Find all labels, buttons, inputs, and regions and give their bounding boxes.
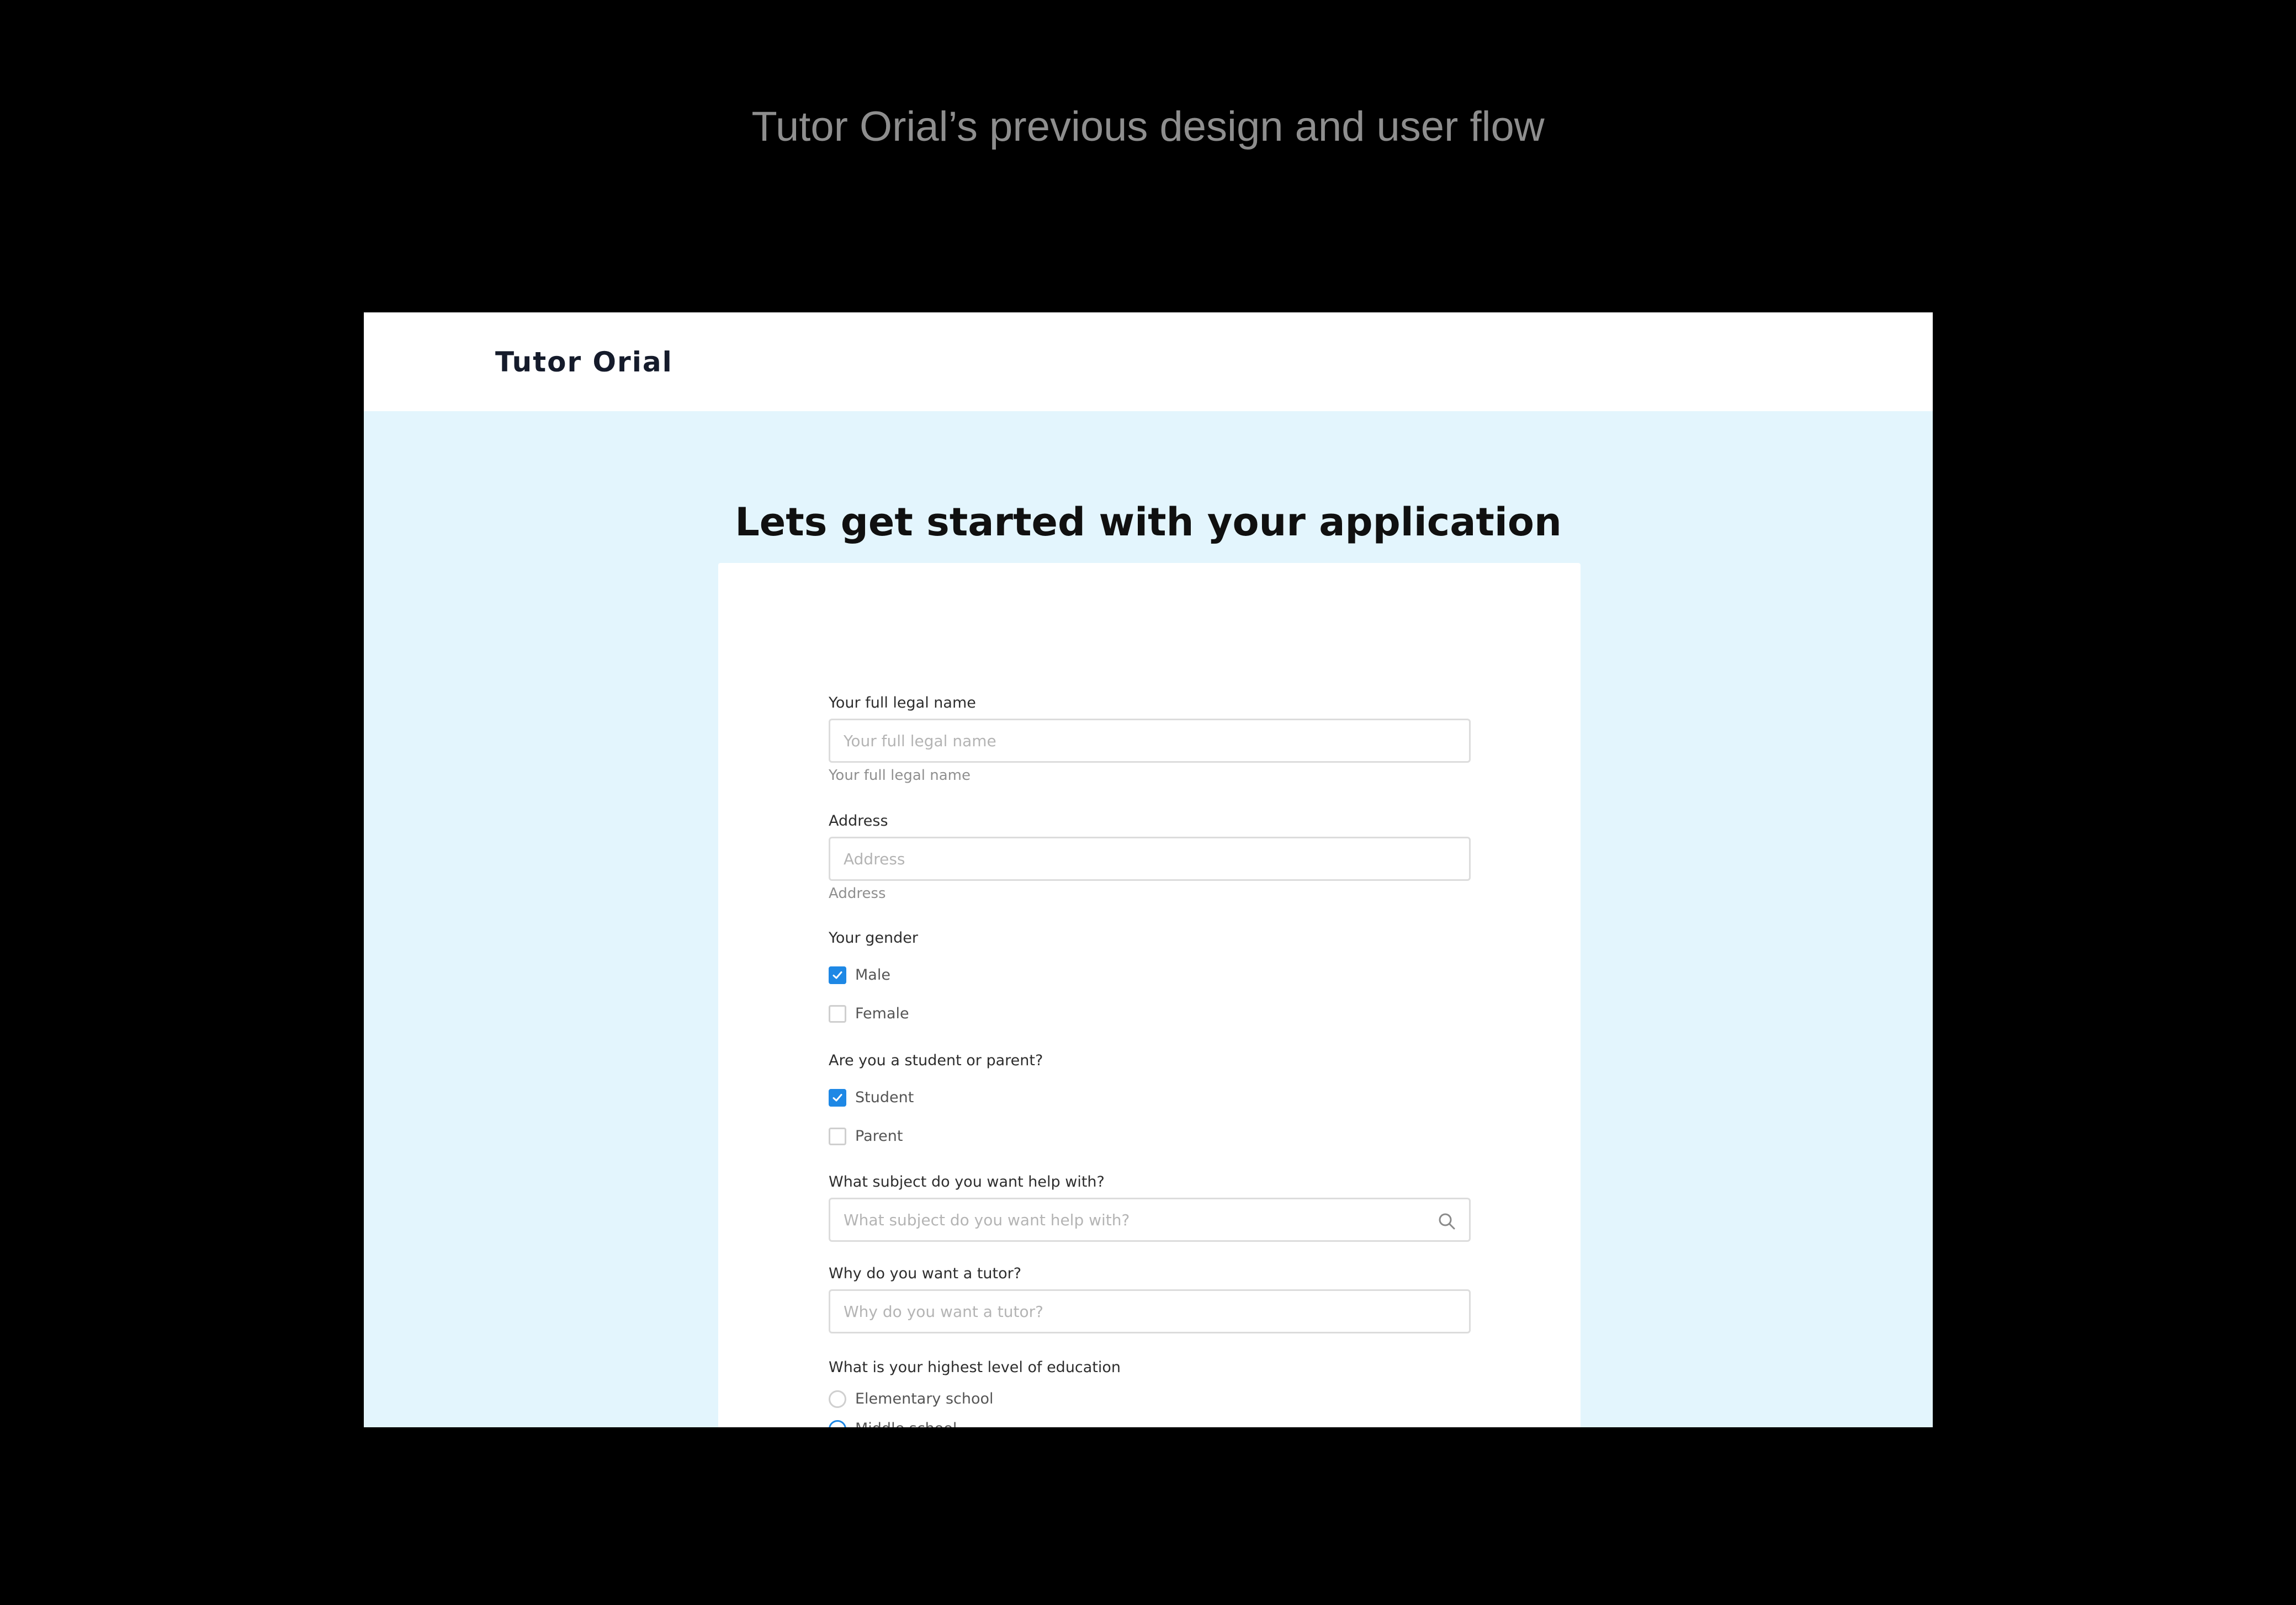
subject-search-input[interactable] [830, 1199, 1469, 1240]
search-icon[interactable] [1437, 1211, 1457, 1231]
full-name-label: Your full legal name [829, 694, 976, 711]
reason-label: Why do you want a tutor? [829, 1265, 1022, 1282]
reason-input[interactable] [830, 1291, 1469, 1332]
header-bar: Tutor Orial [364, 312, 1933, 411]
gender-option-male[interactable]: Male [829, 966, 890, 985]
role-option-label: Student [855, 1089, 914, 1106]
reason-field[interactable] [829, 1289, 1471, 1333]
page-caption: Tutor Orial’s previous design and user f… [751, 103, 1545, 150]
gender-option-label: Female [855, 1005, 909, 1022]
full-name-field[interactable] [829, 719, 1471, 763]
checkbox-checked[interactable] [829, 966, 846, 984]
gender-label: Your gender [829, 929, 918, 947]
address-helper: Address [829, 885, 886, 902]
education-option-label: Middle school [855, 1420, 957, 1427]
app-frame: Tutor Orial Lets get started with your a… [364, 312, 1933, 1427]
address-label: Address [829, 812, 888, 830]
address-field[interactable] [829, 837, 1471, 881]
subject-search-field[interactable] [829, 1198, 1471, 1242]
address-input[interactable] [830, 838, 1469, 879]
checkbox-unchecked[interactable] [829, 1128, 846, 1145]
gender-option-label: Male [855, 966, 890, 984]
role-option-parent[interactable]: Parent [829, 1127, 903, 1146]
page-title: Lets get started with your application [735, 499, 1562, 545]
role-label: Are you a student or parent? [829, 1052, 1043, 1069]
application-form-card: Your full legal name Your full legal nam… [718, 563, 1581, 1427]
education-option-middle-school[interactable]: Middle school [829, 1420, 957, 1427]
role-option-label: Parent [855, 1128, 903, 1145]
full-name-input[interactable] [830, 720, 1469, 761]
radio-unselected[interactable] [829, 1390, 846, 1408]
education-label: What is your highest level of education [829, 1359, 1121, 1376]
checkmark-icon [833, 971, 842, 979]
checkmark-icon [833, 1094, 842, 1102]
checkbox-checked[interactable] [829, 1089, 846, 1107]
education-option-elementary[interactable]: Elementary school [829, 1390, 994, 1409]
education-option-label: Elementary school [855, 1390, 994, 1407]
gender-option-female[interactable]: Female [829, 1005, 909, 1023]
full-name-helper: Your full legal name [829, 767, 971, 784]
checkbox-unchecked[interactable] [829, 1005, 846, 1023]
role-option-student[interactable]: Student [829, 1088, 914, 1107]
brand-logo[interactable]: Tutor Orial [495, 341, 673, 383]
radio-selected[interactable] [829, 1420, 846, 1427]
subject-label: What subject do you want help with? [829, 1173, 1105, 1191]
